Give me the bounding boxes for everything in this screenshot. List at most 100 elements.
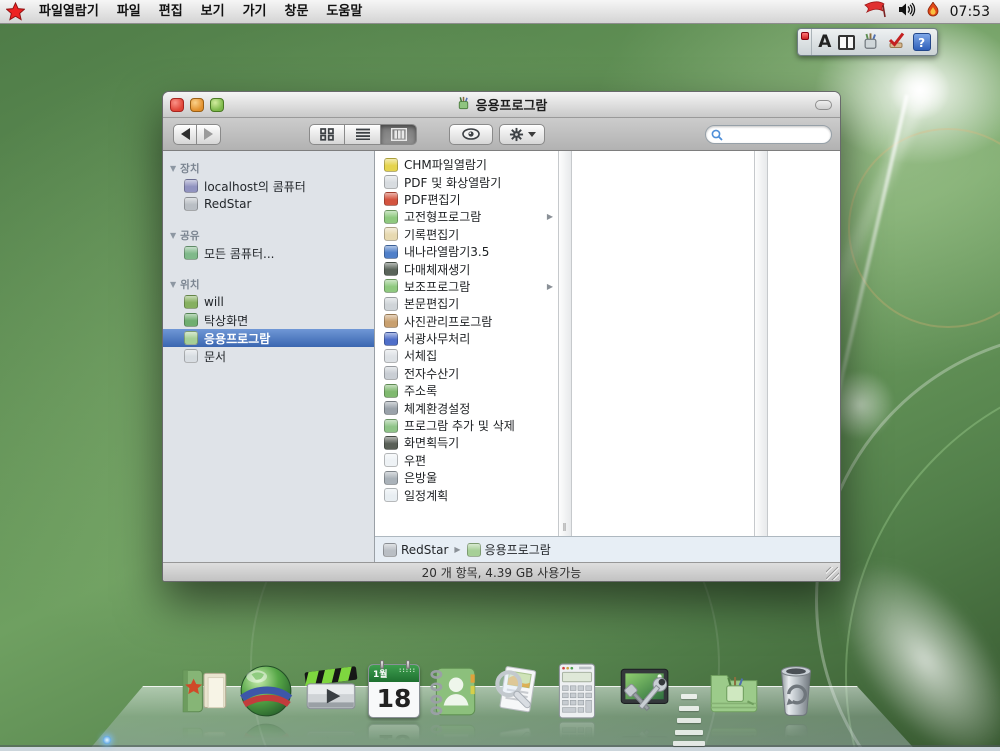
icon-view-button[interactable] [309,124,345,145]
dock-applications-folder[interactable] [705,662,765,738]
file-label: 일정계획 [404,487,448,504]
column-resize-handle[interactable]: ‖ [560,521,570,532]
dock-calendar[interactable]: 1월::::: 18 1월::::: 18 [365,662,425,740]
sidebar-item-label: RedStar [204,197,251,211]
menu-bar: 파일열람기파일편집보기가기창문도움말 07:53 [0,0,1000,24]
search-field[interactable] [705,125,832,144]
search-input[interactable] [726,127,826,142]
disclosure-triangle-icon[interactable]: ▼ [170,231,176,240]
menu-item[interactable]: 창문 [276,4,318,19]
file-label: 화면획득기 [404,434,459,451]
columns-window-icon[interactable] [838,35,855,50]
sidebar-item[interactable]: RedStar [163,195,374,213]
file-label: 서체집 [404,347,437,364]
file-label: 고전형프로그람 [404,208,481,225]
dock-trash[interactable] [767,662,827,738]
red-flag-icon[interactable] [863,1,887,22]
sidebar-item[interactable]: 응용프로그람 [163,329,374,347]
title-bar[interactable]: 응용프로그람 [163,92,840,118]
resize-grip[interactable] [826,567,839,580]
flame-icon[interactable] [927,2,939,22]
file-row[interactable]: CHM파일열람기 [375,156,558,173]
zoom-button[interactable] [210,98,224,112]
pen-cup-icon[interactable] [861,31,880,54]
stamp-check-icon[interactable] [886,31,906,54]
file-row[interactable]: 기록편집기 [375,226,558,243]
column-scrollbar[interactable]: ‖ [558,151,572,536]
sidebar-item-icon [184,197,198,211]
dock-document-viewer[interactable] [487,662,547,738]
dock-address-book[interactable] [425,662,485,738]
sidebar-item[interactable]: 탁상화면 [163,311,374,329]
file-row[interactable]: 우편 [375,452,558,469]
empty-column [572,151,754,536]
dock-web-browser[interactable] [237,662,297,738]
column-scrollbar[interactable] [754,151,768,536]
clock[interactable]: 07:53 [950,4,990,20]
disclosure-triangle-icon[interactable]: ▼ [170,280,176,289]
file-row[interactable]: 고전형프로그람▶ [375,208,558,225]
file-row[interactable]: PDF편집기 [375,191,558,208]
sidebar-section-shared[interactable]: ▼ 공유 [163,227,374,244]
menu-item[interactable]: 도움말 [317,4,371,19]
sidebar-item[interactable]: 문서 [163,347,374,365]
menu-item[interactable]: 가기 [234,4,276,19]
menu-item[interactable]: 보기 [192,4,234,19]
file-label: CHM파일열람기 [404,156,487,173]
disclosure-triangle-icon[interactable]: ▼ [170,164,176,173]
calendar-month: 1월 [373,670,388,680]
sidebar-section-places[interactable]: ▼ 위치 [163,276,374,293]
sidebar: ▼ 장치 localhost의 콤퓨터 RedStar ▼ 공유 모든 콤퓨터..… [163,151,375,562]
forward-button[interactable] [197,124,221,145]
fonts-icon[interactable]: A [818,32,831,52]
sidebar-item[interactable]: 모든 콤퓨터... [163,244,374,262]
file-row[interactable]: 프로그람 추가 및 삭제 [375,417,558,434]
dock-calculator[interactable] [548,662,608,738]
back-button[interactable] [173,124,197,145]
breadcrumb-item-drive[interactable]: RedStar [383,543,448,557]
menu-item[interactable]: 편집 [150,4,192,19]
sidebar-section-devices[interactable]: ▼ 장치 [163,160,374,177]
file-row[interactable]: 서체집 [375,347,558,364]
file-row[interactable]: 서광사무처리 [375,330,558,347]
file-row[interactable]: 주소록 [375,382,558,399]
menu-item[interactable]: 파일 [108,4,150,19]
file-icon [384,245,398,259]
quick-look-button[interactable] [449,124,493,145]
dock-system-tools[interactable] [614,662,674,738]
red-star-icon[interactable] [0,2,30,21]
file-row[interactable]: 일정계획 [375,486,558,503]
menu-item[interactable]: 파일열람기 [30,4,108,19]
dock-file-manager[interactable] [176,662,236,738]
list-view-button[interactable] [345,124,381,145]
sidebar-item[interactable]: will [163,293,374,311]
help-icon[interactable]: ? [913,33,931,51]
forward-arrow-icon [204,128,213,140]
file-row[interactable]: 전자수산기 [375,365,558,382]
sidebar-item-icon [184,313,198,327]
file-row[interactable]: 화면획득기 [375,434,558,451]
file-row[interactable]: 내나라열람기3.5 [375,243,558,260]
minimize-button[interactable] [190,98,204,112]
calendar-day: 18 [369,682,419,716]
file-row[interactable]: 은방울 [375,469,558,486]
column-view-button[interactable] [381,124,417,145]
close-button[interactable] [170,98,184,112]
sidebar-item[interactable]: localhost의 콤퓨터 [163,177,374,195]
rollup-button[interactable] [815,100,832,110]
file-row[interactable]: PDF 및 화상열람기 [375,173,558,190]
widget-handle[interactable] [798,29,812,55]
lens-flare-ring [848,128,1000,328]
breadcrumb-item-applications[interactable]: 응용프로그람 [467,541,551,558]
file-label: 다매체재생기 [404,261,470,278]
file-row[interactable]: 사진관리프로그람 [375,313,558,330]
file-label: 서광사무처리 [404,330,470,347]
file-row[interactable]: 다매체재생기 [375,260,558,277]
file-row[interactable]: 본문편집기 [375,295,558,312]
volume-icon[interactable] [898,2,916,21]
action-menu-button[interactable] [499,124,545,145]
dock-media-player[interactable] [302,662,362,738]
file-row[interactable]: 보조프로그람▶ [375,278,558,295]
file-icon [384,175,398,189]
file-row[interactable]: 체계환경설정 [375,399,558,416]
